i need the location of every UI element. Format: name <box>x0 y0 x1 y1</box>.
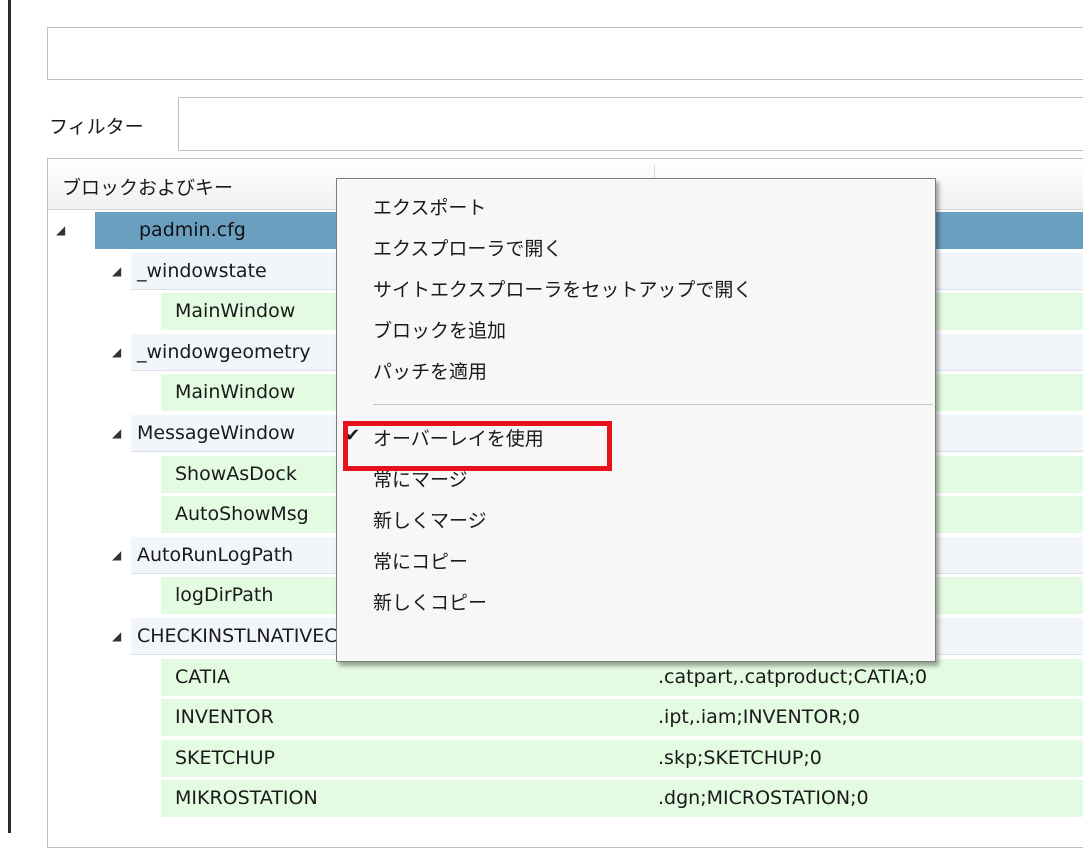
menu-item[interactable]: エクスポート <box>337 185 935 225</box>
filter-input[interactable] <box>178 97 1083 151</box>
expand-triangle-icon[interactable]: ◢ <box>56 212 65 249</box>
expand-triangle-icon[interactable]: ◢ <box>112 415 121 452</box>
menu-item-label: エクスポート <box>373 197 487 219</box>
tree-row-key[interactable]: CATIA .catpart,.catproduct;CATIA;0 <box>48 658 1083 697</box>
menu-item-label: 常にコピー <box>373 551 469 573</box>
menu-item-label: 新しくコピー <box>373 592 488 614</box>
menu-item[interactable]: パッチを適用 <box>337 349 935 389</box>
expand-triangle-icon[interactable]: ◢ <box>112 537 121 574</box>
menu-item-label: パッチを適用 <box>373 361 488 383</box>
menu-item[interactable]: ブロックを追加 <box>337 308 935 348</box>
menu-item[interactable]: ✔ オーバーレイを使用 <box>337 416 935 456</box>
menu-item[interactable]: 常にマージ <box>337 457 935 497</box>
context-menu: エクスポートエクスプローラで開くサイトエクスプローラをセットアップで開く ブロック… <box>336 178 936 662</box>
menu-separator <box>373 404 933 405</box>
tree-row-key[interactable]: SKETCHUP .skp;SKETCHUP;0 <box>48 739 1083 778</box>
menu-item-label: エクスプローラで開く <box>373 238 563 260</box>
key-name: CATIA <box>161 658 654 696</box>
key-name: SKETCHUP <box>161 739 654 777</box>
key-name: INVENTOR <box>161 699 654 737</box>
key-name: MIKROSTATION <box>161 780 654 818</box>
filter-label: フィルター <box>49 116 144 138</box>
menu-item[interactable]: サイトエクスプローラをセットアップで開く <box>337 267 935 307</box>
key-value: .skp;SKETCHUP;0 <box>654 739 1083 777</box>
column-header-block-key: ブロックおよびキー <box>62 177 234 199</box>
menu-item[interactable]: 新しくマージ <box>337 498 935 538</box>
expand-triangle-icon[interactable]: ◢ <box>112 253 121 290</box>
menu-item-label: 常にマージ <box>373 469 468 491</box>
window-left-border <box>8 0 11 833</box>
tree-row-key[interactable]: MIKROSTATION .dgn;MICROSTATION;0 <box>48 780 1083 818</box>
menu-item-label: ブロックを追加 <box>373 320 507 342</box>
menu-item[interactable]: エクスプローラで開く <box>337 226 935 266</box>
menu-item[interactable]: 新しくコピー <box>337 580 935 620</box>
key-value: .catpart,.catproduct;CATIA;0 <box>654 658 1083 696</box>
checkmark-icon: ✔ <box>345 425 361 446</box>
tree-row-key[interactable]: INVENTOR .ipt,.iam;INVENTOR;0 <box>48 699 1083 737</box>
menu-item-label: オーバーレイを使用 <box>373 428 544 450</box>
expand-triangle-icon[interactable]: ◢ <box>112 334 121 371</box>
menu-item-label: 新しくマージ <box>373 510 487 532</box>
expand-triangle-icon[interactable]: ◢ <box>112 618 121 655</box>
menu-item[interactable]: 常にコピー <box>337 539 935 579</box>
menu-item-label: サイトエクスプローラをセットアップで開く <box>373 279 753 301</box>
key-value: .ipt,.iam;INVENTOR;0 <box>654 699 1083 737</box>
path-display-field[interactable] <box>47 27 1083 80</box>
key-value: .dgn;MICROSTATION;0 <box>654 780 1083 818</box>
